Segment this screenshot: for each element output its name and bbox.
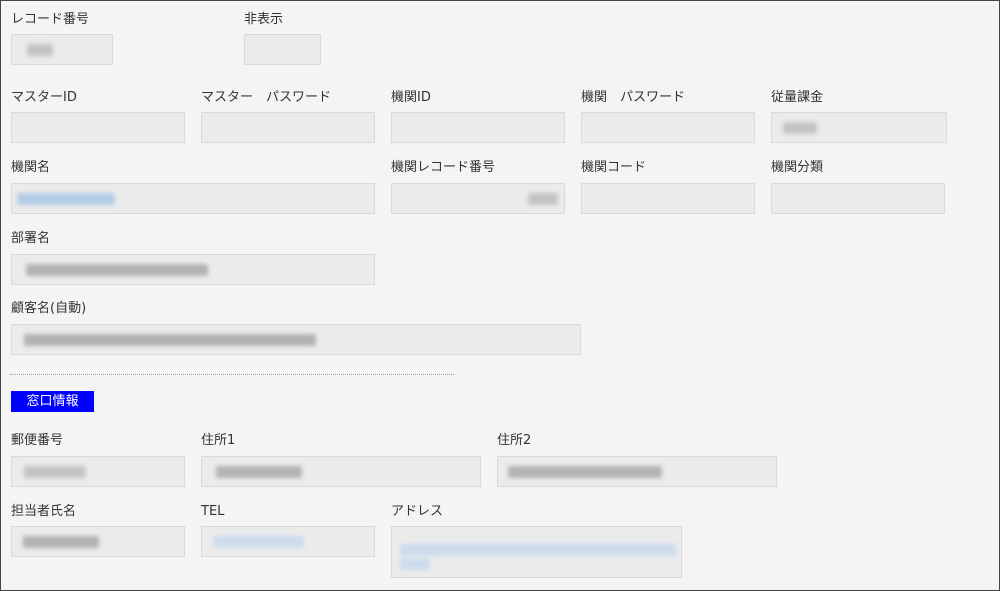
institution-code-field[interactable] [581, 183, 755, 214]
tel-label: TEL [201, 504, 225, 519]
contact-person-name-field[interactable] [11, 526, 185, 557]
redacted-value [783, 121, 817, 134]
department-name-field[interactable] [11, 254, 375, 285]
section-title-badge: 窓口情報 [11, 391, 94, 412]
address2-field[interactable] [497, 456, 777, 487]
email-address-label: アドレス [391, 504, 444, 519]
master-id-label: マスターID [11, 90, 77, 105]
institution-password-field[interactable] [581, 112, 755, 143]
usage-billing-field[interactable] [771, 112, 947, 143]
redacted-value [17, 192, 115, 205]
address1-label: 住所1 [201, 433, 236, 448]
institution-name-label: 機関名 [11, 160, 51, 175]
master-password-label: マスター パスワード [201, 90, 332, 105]
address1-field[interactable] [201, 456, 481, 487]
institution-category-field[interactable] [771, 183, 945, 214]
institution-category-label: 機関分類 [771, 160, 824, 175]
master-id-field[interactable] [11, 112, 185, 143]
institution-code-label: 機関コード [581, 160, 647, 175]
redacted-value [214, 535, 304, 548]
institution-name-field[interactable] [11, 183, 375, 214]
redacted-value [216, 465, 302, 478]
master-password-field[interactable] [201, 112, 375, 143]
postal-code-field[interactable] [11, 456, 185, 487]
hidden-field[interactable] [244, 34, 321, 65]
record-number-field[interactable] [11, 34, 113, 65]
redacted-value [24, 333, 316, 346]
institution-record-number-label: 機関レコード番号 [391, 160, 496, 175]
redacted-value [27, 43, 53, 56]
record-number-label: レコード番号 [11, 12, 90, 27]
tel-field[interactable] [201, 526, 375, 557]
contact-person-name-label: 担当者氏名 [11, 504, 77, 519]
redacted-value [24, 465, 86, 478]
address2-label: 住所2 [497, 433, 532, 448]
customer-name-auto-label: 顧客名(自動) [11, 301, 87, 316]
record-detail-form: レコード番号 非表示 マスターID マスター パスワード 機関ID 機関 パスワ… [0, 0, 1000, 591]
institution-id-label: 機関ID [391, 90, 431, 105]
section-divider [10, 374, 454, 375]
redacted-value [400, 558, 430, 570]
institution-record-number-field[interactable] [391, 183, 565, 214]
redacted-value [400, 544, 676, 556]
redacted-value [23, 535, 99, 548]
hidden-label: 非表示 [244, 12, 284, 27]
customer-name-auto-field[interactable] [11, 324, 581, 355]
postal-code-label: 郵便番号 [11, 433, 64, 448]
email-address-field[interactable] [391, 526, 682, 578]
institution-password-label: 機関 パスワード [581, 90, 686, 105]
usage-billing-label: 従量課金 [771, 90, 824, 105]
redacted-value [508, 465, 662, 478]
redacted-value [528, 192, 558, 205]
department-name-label: 部署名 [11, 231, 51, 246]
institution-id-field[interactable] [391, 112, 565, 143]
redacted-value [26, 263, 208, 276]
